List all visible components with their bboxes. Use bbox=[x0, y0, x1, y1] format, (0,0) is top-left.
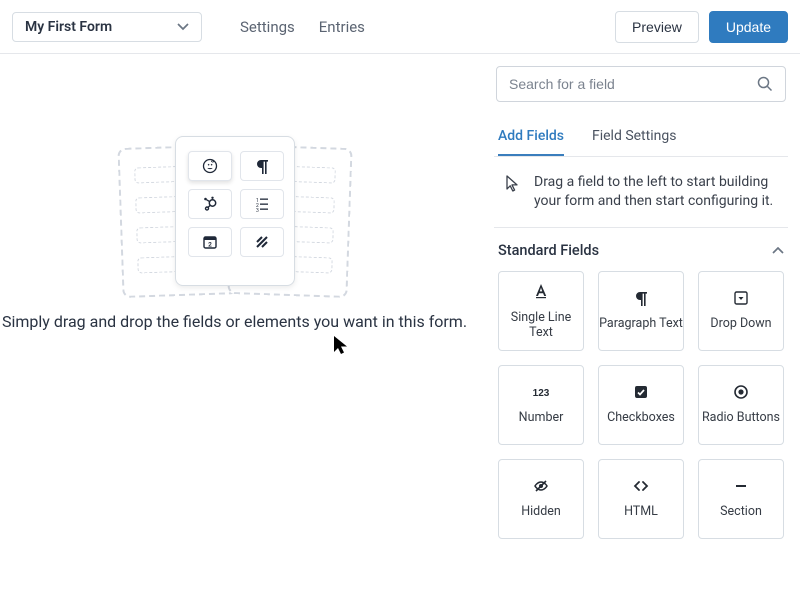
search-icon bbox=[757, 76, 773, 92]
section-title: Standard Fields bbox=[498, 242, 599, 259]
field-paragraph-text[interactable]: Paragraph Text bbox=[598, 271, 684, 351]
form-canvas[interactable]: Simply drag and drop the fields or eleme… bbox=[0, 54, 490, 616]
field-label: Checkboxes bbox=[607, 410, 675, 425]
field-hidden[interactable]: Hidden bbox=[498, 459, 584, 539]
form-selector-label: My First Form bbox=[25, 19, 112, 35]
field-label: Radio Buttons bbox=[702, 410, 780, 425]
tab-field-settings[interactable]: Field Settings bbox=[592, 120, 676, 156]
number-icon bbox=[531, 384, 551, 400]
drag-hint: Drag a field to the left to start buildi… bbox=[494, 157, 788, 228]
chevron-up-icon bbox=[772, 242, 784, 259]
text-format-icon bbox=[532, 282, 550, 300]
radio-icon bbox=[733, 384, 749, 400]
panel-tabs: Add Fields Field Settings bbox=[494, 120, 788, 157]
field-single-line-text[interactable]: Single Line Text bbox=[498, 271, 584, 351]
field-html[interactable]: HTML bbox=[598, 459, 684, 539]
cursor-outline-icon bbox=[506, 175, 520, 199]
nav-entries[interactable]: Entries bbox=[319, 18, 365, 36]
checkbox-icon bbox=[633, 384, 649, 400]
empty-canvas-illustration bbox=[120, 136, 350, 296]
field-radio-buttons[interactable]: Radio Buttons bbox=[698, 365, 784, 445]
dropdown-icon bbox=[733, 290, 749, 306]
field-search[interactable] bbox=[496, 66, 786, 102]
field-checkboxes[interactable]: Checkboxes bbox=[598, 365, 684, 445]
field-label: Single Line Text bbox=[499, 310, 583, 340]
field-label: HTML bbox=[624, 504, 658, 519]
drag-hint-text: Drag a field to the left to start buildi… bbox=[534, 173, 782, 211]
top-nav: Settings Entries bbox=[240, 18, 365, 36]
mailchimp-icon bbox=[188, 151, 232, 181]
stripes-icon bbox=[240, 227, 284, 257]
tab-add-fields[interactable]: Add Fields bbox=[498, 120, 564, 156]
update-button[interactable]: Update bbox=[709, 11, 788, 43]
field-label: Section bbox=[720, 504, 762, 519]
canvas-caption: Simply drag and drop the fields or eleme… bbox=[2, 312, 467, 331]
paragraph-icon bbox=[240, 151, 284, 181]
ordered-list-icon bbox=[240, 189, 284, 219]
field-search-input[interactable] bbox=[509, 76, 757, 92]
field-label: Drop Down bbox=[710, 316, 771, 331]
top-bar: My First Form Settings Entries Preview U… bbox=[0, 0, 800, 54]
field-drop-down[interactable]: Drop Down bbox=[698, 271, 784, 351]
date-icon bbox=[188, 227, 232, 257]
preview-button[interactable]: Preview bbox=[615, 11, 699, 43]
section-standard-fields-header[interactable]: Standard Fields bbox=[494, 228, 788, 271]
mouse-cursor-icon bbox=[334, 336, 348, 358]
hubspot-icon bbox=[188, 189, 232, 219]
chevron-down-icon bbox=[177, 19, 189, 35]
field-label: Hidden bbox=[521, 504, 561, 519]
minus-icon bbox=[733, 478, 749, 494]
nav-settings[interactable]: Settings bbox=[240, 18, 295, 36]
fields-panel: Add Fields Field Settings Drag a field t… bbox=[490, 54, 800, 616]
form-selector-dropdown[interactable]: My First Form bbox=[12, 12, 202, 42]
paragraph-icon bbox=[633, 290, 649, 306]
fields-grid: Single Line Text Paragraph Text Drop Dow… bbox=[494, 271, 788, 549]
field-section[interactable]: Section bbox=[698, 459, 784, 539]
field-label: Paragraph Text bbox=[599, 316, 683, 331]
field-label: Number bbox=[519, 410, 564, 425]
field-number[interactable]: Number bbox=[498, 365, 584, 445]
hidden-icon bbox=[533, 478, 549, 494]
code-icon bbox=[633, 478, 649, 494]
